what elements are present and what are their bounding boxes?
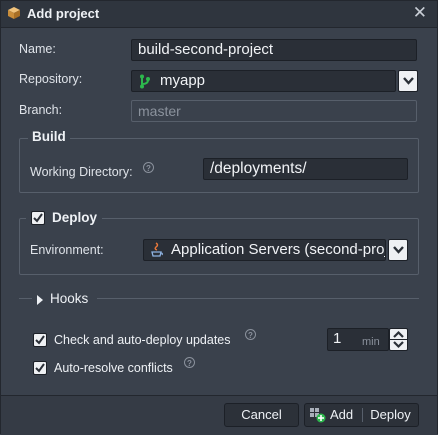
java-icon xyxy=(150,242,164,260)
chevron-down-icon xyxy=(403,77,414,85)
add-deploy-split-button: Add Deploy xyxy=(304,403,419,427)
hooks-divider-right xyxy=(97,298,419,299)
name-label: Name: xyxy=(19,42,56,56)
interval-value: 1 xyxy=(333,330,342,347)
deploy-checkbox[interactable] xyxy=(31,211,45,225)
add-project-dialog: Add project ✕ Name: build-second-project… xyxy=(0,0,438,435)
branch-input[interactable]: master xyxy=(131,100,417,122)
triangle-right-icon xyxy=(36,293,44,308)
deploy-legend: Deploy xyxy=(26,208,102,228)
deploy-button[interactable]: Deploy xyxy=(363,404,418,426)
box-icon xyxy=(7,6,21,20)
help-icon[interactable]: ? xyxy=(143,162,154,173)
git-branch-icon xyxy=(139,74,151,91)
auto-resolve-label: Auto-resolve conflicts xyxy=(54,361,173,375)
repository-label: Repository: xyxy=(19,72,83,86)
help-icon[interactable]: ? xyxy=(184,357,195,368)
checkmark-icon xyxy=(35,335,45,345)
interval-input[interactable]: 1 min xyxy=(327,328,389,351)
hooks-toggle[interactable]: Hooks xyxy=(33,290,99,308)
dialog-titlebar[interactable]: Add project ✕ xyxy=(1,1,437,28)
repository-value: myapp xyxy=(160,72,206,89)
environment-dropdown-button[interactable] xyxy=(388,239,408,261)
close-icon[interactable]: ✕ xyxy=(413,4,427,22)
dialog-footer: Cancel Add Deploy xyxy=(1,395,437,435)
dialog-title: Add project xyxy=(27,6,100,21)
add-button[interactable]: Add xyxy=(305,404,359,426)
auto-resolve-checkbox[interactable] xyxy=(33,361,47,375)
checkmark-icon xyxy=(33,213,43,223)
chevron-down-icon xyxy=(393,246,404,254)
cancel-button[interactable]: Cancel xyxy=(224,403,299,427)
add-label: Add xyxy=(330,407,354,422)
build-legend: Build xyxy=(28,129,70,144)
hooks-divider-left xyxy=(19,298,32,299)
auto-deploy-label: Check and auto-deploy updates xyxy=(54,333,231,347)
stepper-arrows-icon xyxy=(390,330,407,349)
help-icon[interactable]: ? xyxy=(245,329,256,340)
environment-label: Environment: xyxy=(30,243,104,257)
environment-select[interactable]: Application Servers (second-project) xyxy=(143,239,386,261)
interval-stepper[interactable] xyxy=(389,328,408,351)
branch-label: Branch: xyxy=(19,103,63,117)
working-directory-input[interactable]: /deployments/ xyxy=(203,158,408,180)
add-project-icon xyxy=(309,407,326,430)
auto-deploy-checkbox[interactable] xyxy=(33,333,47,347)
name-input[interactable]: build-second-project xyxy=(131,39,417,61)
repository-dropdown-button[interactable] xyxy=(398,70,418,92)
deploy-legend-label: Deploy xyxy=(52,210,98,225)
checkmark-icon xyxy=(35,363,45,373)
repository-select[interactable]: myapp xyxy=(131,70,396,92)
environment-value: Application Servers (second-project) xyxy=(171,241,386,258)
hooks-label: Hooks xyxy=(50,291,89,306)
working-directory-label: Working Directory: xyxy=(30,165,133,179)
interval-unit: min xyxy=(362,336,380,348)
